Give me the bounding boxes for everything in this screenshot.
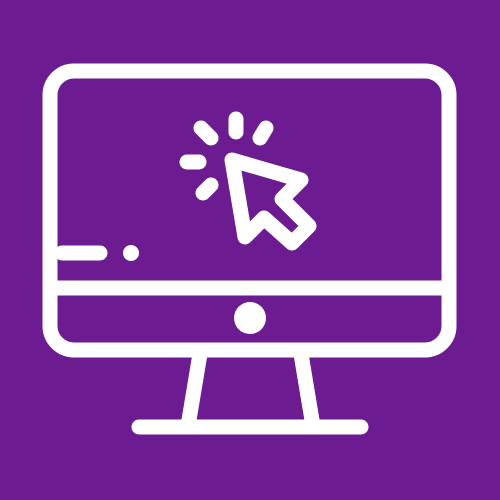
screen-dot (123, 245, 139, 261)
computer-click-icon (0, 0, 500, 500)
click-ray (195, 177, 219, 201)
power-button-icon (234, 302, 266, 334)
click-ray (252, 120, 274, 146)
icon-canvas (0, 0, 500, 500)
click-ray (193, 120, 219, 146)
